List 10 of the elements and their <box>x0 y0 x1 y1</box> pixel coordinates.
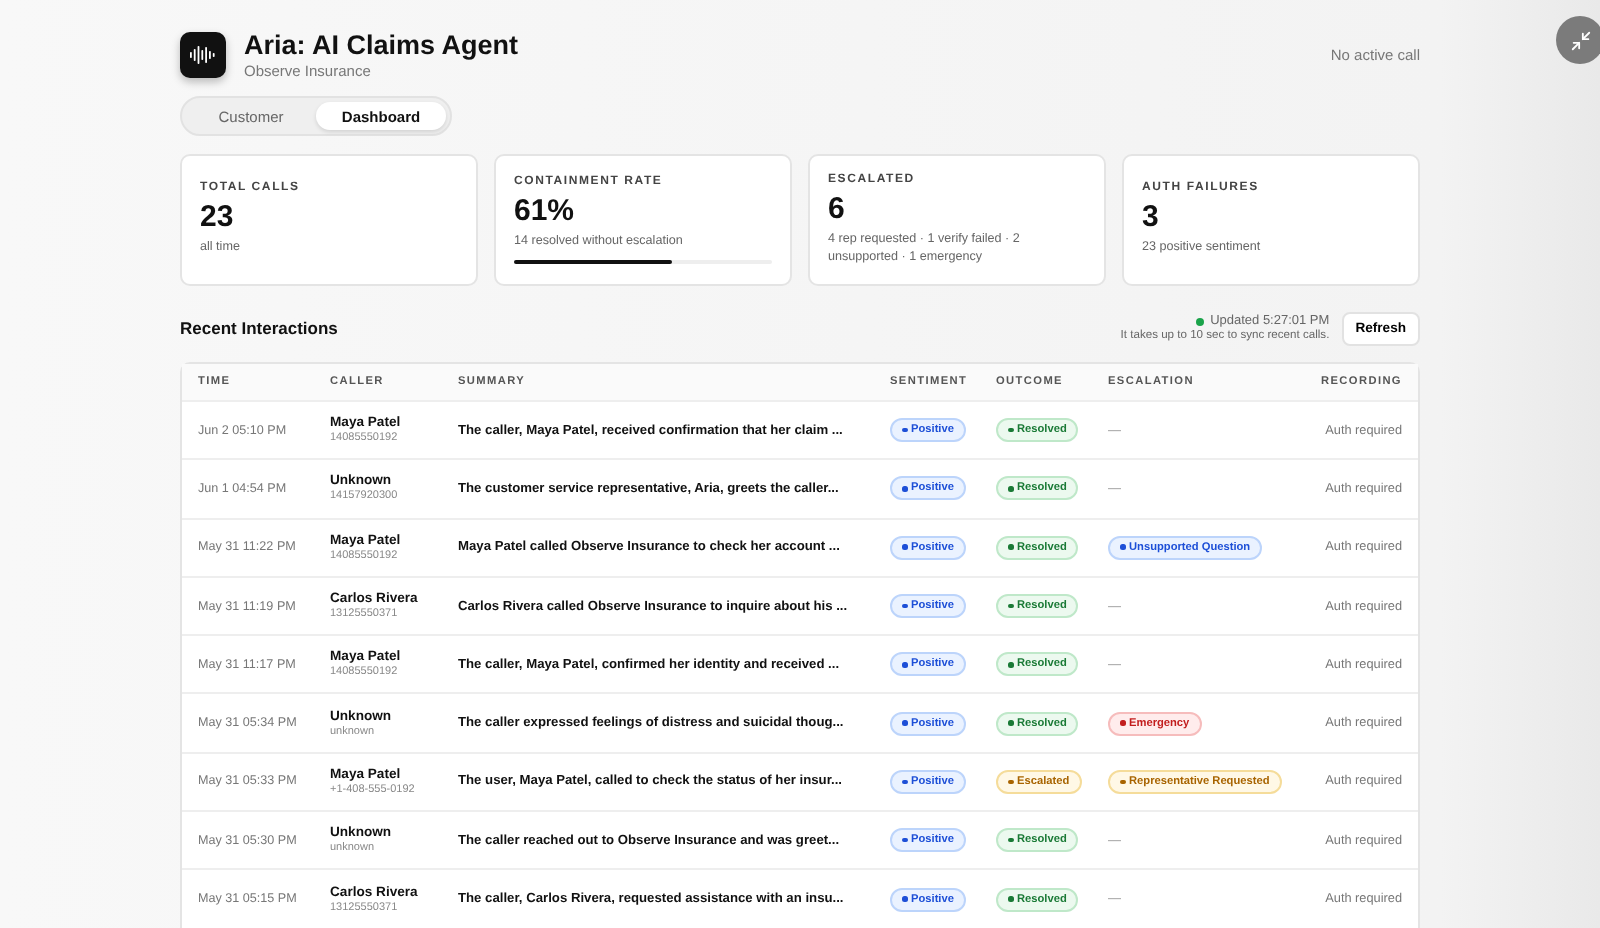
stat-value: 6 <box>828 191 847 226</box>
stat-value: 23 <box>200 200 236 235</box>
app-title: Aria: AI Claims Agent <box>244 29 521 59</box>
status-dot-icon <box>1196 317 1205 325</box>
waveform-logo-icon <box>180 31 226 77</box>
stat-value: 3 <box>1142 200 1161 235</box>
section-title: Recent Interactions <box>180 318 340 338</box>
stat-value: 61% <box>514 194 577 229</box>
minimize-icon <box>1569 29 1591 51</box>
minimize-button[interactable] <box>1556 16 1600 64</box>
